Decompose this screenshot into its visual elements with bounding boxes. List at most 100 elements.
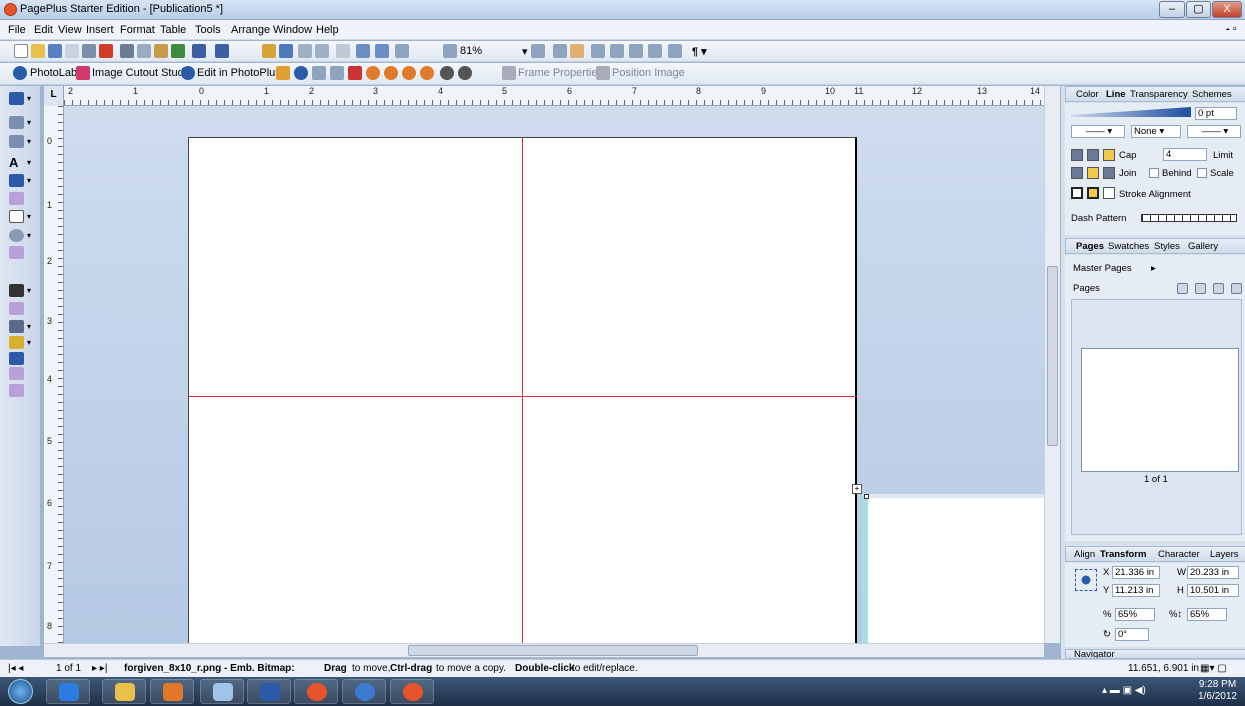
width-field[interactable]: 20.233 in [1187,566,1239,579]
navigator-label[interactable]: Navigator [1074,650,1115,658]
tab-swatches[interactable]: Swatches [1108,241,1149,252]
effects-icon[interactable] [330,66,344,80]
adjust-icon[interactable] [312,66,326,80]
connector-tool-icon[interactable] [9,229,24,242]
info-icon[interactable] [294,66,308,80]
group-icon[interactable] [298,44,312,58]
taskbar-explorer[interactable] [102,679,146,704]
pan-icon[interactable] [570,44,584,58]
selected-image-frame[interactable] [862,494,1044,643]
position-image-button[interactable]: Position Image [612,67,685,79]
pasteboard[interactable]: + [64,106,1044,643]
edit-in-photoplus-button[interactable]: Edit in PhotoPlus [197,67,281,79]
pdf-icon[interactable] [99,44,113,58]
stroke-inside-icon[interactable] [1071,187,1083,199]
join-miter-icon[interactable] [1071,167,1083,179]
cap-round-icon[interactable] [1087,149,1099,161]
zoom-out-icon[interactable] [443,44,457,58]
minimize-button[interactable]: – [1159,1,1185,18]
cut-icon[interactable] [120,44,134,58]
menu-file[interactable]: File [8,24,26,36]
rotate-field[interactable]: 0° [1115,628,1149,641]
pen-tool-icon[interactable] [9,174,24,187]
menu-help[interactable]: Help [316,24,339,36]
view-icon[interactable] [629,44,643,58]
columns-icon[interactable] [668,44,682,58]
ungroup-icon[interactable] [315,44,329,58]
gallery-tool-icon[interactable] [9,246,24,259]
move-handle-icon[interactable]: + [852,484,862,494]
start-button-icon[interactable] [8,679,33,704]
open-icon[interactable] [31,44,45,58]
stroke-outside-icon[interactable] [1103,187,1115,199]
taskbar-pageplus[interactable] [294,679,338,704]
add-page-icon[interactable] [1177,283,1188,294]
shapes-icon[interactable] [395,44,409,58]
menu-insert[interactable]: Insert [86,24,114,36]
menu-view[interactable]: View [58,24,82,36]
frame-properties-button[interactable]: Frame Properties [518,67,603,79]
dash-pattern-control[interactable] [1141,214,1237,222]
expand-arrow-icon[interactable]: ▸ [1151,263,1156,274]
image-cutout-studio-button[interactable]: Image Cutout Studio [92,67,192,79]
vertical-guide[interactable] [522,138,523,643]
photoplus-icon[interactable] [181,66,195,80]
filter-icon[interactable] [384,66,398,80]
line-end2-select[interactable]: —— ▾ [1187,125,1241,138]
page-options-icon[interactable] [1231,283,1242,294]
position-image-icon[interactable] [596,66,610,80]
red-eye-icon[interactable] [348,66,362,80]
snap-icon[interactable]: ▦▾ ▢ [1200,663,1227,674]
resize-handle[interactable] [864,494,869,499]
taskbar-ie[interactable] [46,679,90,704]
tab-schemes[interactable]: Schemes [1192,89,1232,100]
mdi-controls[interactable]: - ▫ [1226,23,1237,35]
zoom-in-icon[interactable] [531,44,545,58]
scale-y-field[interactable]: 65% [1187,608,1227,621]
tab-transparency[interactable]: Transparency [1130,89,1188,100]
delete-page-icon[interactable] [1213,283,1224,294]
stroke-center-icon[interactable] [1087,187,1099,199]
save-icon[interactable] [48,44,62,58]
horizontal-scrollbar[interactable] [44,643,1044,657]
scale-x-field[interactable]: 65% [1115,608,1155,621]
transparency-tool-icon[interactable] [9,336,24,349]
behind-checkbox[interactable] [1149,168,1159,178]
send-back-icon[interactable] [279,44,293,58]
chevron-down-icon[interactable]: ▾ [522,45,528,58]
pointer-tool-icon[interactable] [9,92,24,105]
paste-icon[interactable] [154,44,168,58]
shape-tool-icon[interactable] [9,210,24,223]
brush-tool-icon[interactable] [9,192,24,205]
menu-table[interactable]: Table [160,24,186,36]
tray-icons[interactable]: ▴ ▬ ▣ ◀) [1102,685,1146,696]
taskbar-media[interactable] [150,679,194,704]
frame-icon[interactable] [356,44,370,58]
scale-checkbox[interactable] [1197,168,1207,178]
horizontal-scroll-thumb[interactable] [408,645,698,656]
menu-edit[interactable]: Edit [34,24,53,36]
tab-transform[interactable]: Transform [1100,549,1146,560]
cap-butt-icon[interactable] [1071,149,1083,161]
table-tool-icon[interactable] [9,135,24,148]
taskbar-photoplus[interactable] [390,679,434,704]
tab-pages[interactable]: Pages [1076,241,1104,252]
photolab-icon[interactable] [13,66,27,80]
taskbar-word[interactable] [247,679,291,704]
zoom-value[interactable]: 81% [460,45,482,57]
vertical-scroll-thumb[interactable] [1047,266,1058,446]
horizontal-guide[interactable] [189,396,857,397]
first-page-button[interactable]: |◂ ◂ [8,663,23,674]
crop-icon[interactable] [276,66,290,80]
page-indicator[interactable]: 1 of 1 [56,663,81,674]
new-icon[interactable] [14,44,28,58]
line-weight-slider[interactable] [1071,107,1191,117]
shadow-tool-icon[interactable] [9,352,24,365]
text-frame-tool-icon[interactable] [9,116,24,129]
menu-tools[interactable]: Tools [195,24,221,36]
close-button[interactable]: X [1212,1,1242,18]
copy-icon[interactable] [137,44,151,58]
pilcrow-icon[interactable]: ¶ ▾ [692,45,707,58]
filter-icon[interactable] [366,66,380,80]
line-end-select[interactable]: None ▾ [1131,125,1181,138]
